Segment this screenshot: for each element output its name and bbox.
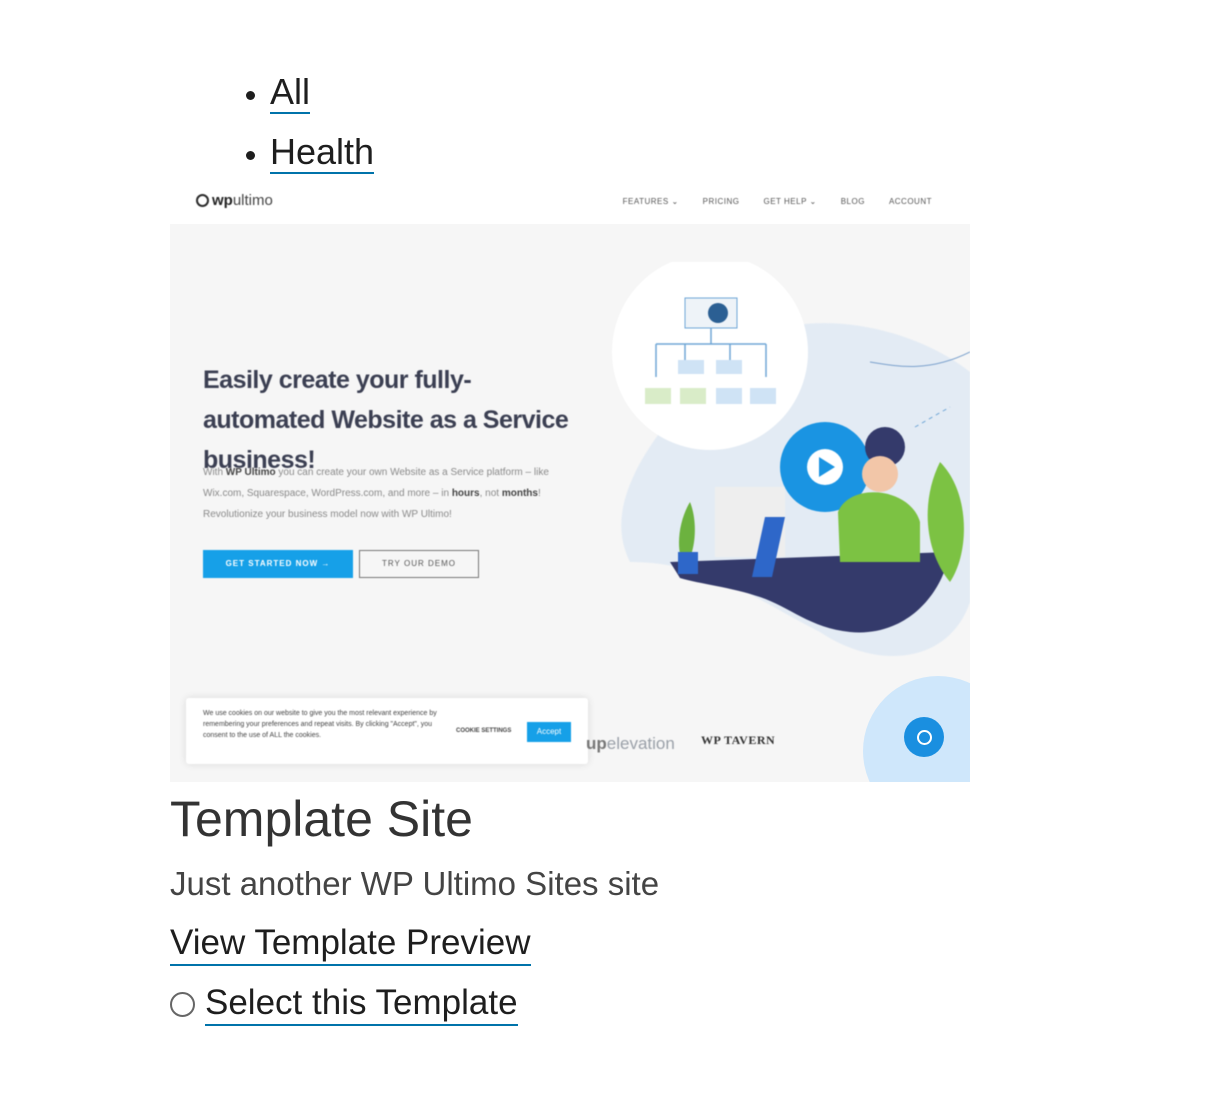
preview-nav-item: GET HELP ⌄ [763, 197, 817, 206]
preview-nav-item: FEATURES ⌄ [622, 197, 679, 206]
filter-item-all: All [270, 62, 374, 122]
view-template-preview-link[interactable]: View Template Preview [170, 922, 531, 966]
template-title: Template Site [170, 791, 473, 847]
preview-partner-logo-wptavern: WP TAVERN [701, 733, 776, 747]
preview-body-text: With WP Ultimo you can create your own W… [203, 467, 549, 520]
preview-cookie-accept: Accept [527, 722, 571, 742]
preview-cookie-text: We use cookies on our website to give yo… [203, 710, 437, 739]
preview-cookie-banner: We use cookies on our website to give yo… [186, 698, 588, 764]
wpultimo-logo-icon [196, 194, 209, 207]
preview-nav-item: PRICING [702, 197, 740, 206]
select-template-link[interactable]: Select this Template [205, 982, 518, 1026]
preview-hero-illustration [612, 262, 970, 656]
filter-link-health[interactable]: Health [270, 132, 375, 174]
filter-item-health: Health [270, 122, 375, 182]
preview-get-started-button: GET STARTED NOW → [203, 550, 353, 578]
preview-cookie-settings: COOKIE SETTINGS [456, 728, 512, 734]
preview-partner-logo-upelevation: upelevation [586, 734, 675, 753]
preview-nav-item: ACCOUNT [888, 197, 932, 206]
select-template-radio[interactable] [170, 991, 195, 1017]
select-template-row: Select this Template [170, 982, 518, 1026]
template-description: Just another WP Ultimo Sites site [170, 865, 660, 902]
preview-logo: wpultimo [196, 192, 273, 209]
category-filter-list: All Health [0, 62, 375, 182]
template-preview-image[interactable]: wpultimo FEATURES ⌄ PRICING GET HELP ⌄ B… [170, 182, 970, 782]
preview-try-demo-button: TRY OUR DEMO [359, 550, 479, 578]
preview-nav: FEATURES ⌄ PRICING GET HELP ⌄ BLOG ACCOU… [623, 197, 932, 206]
preview-nav-item: BLOG [840, 197, 865, 206]
preview-header: wpultimo FEATURES ⌄ PRICING GET HELP ⌄ B… [170, 182, 970, 224]
filter-link-all[interactable]: All [270, 72, 311, 114]
preview-chat-icon [904, 717, 944, 757]
